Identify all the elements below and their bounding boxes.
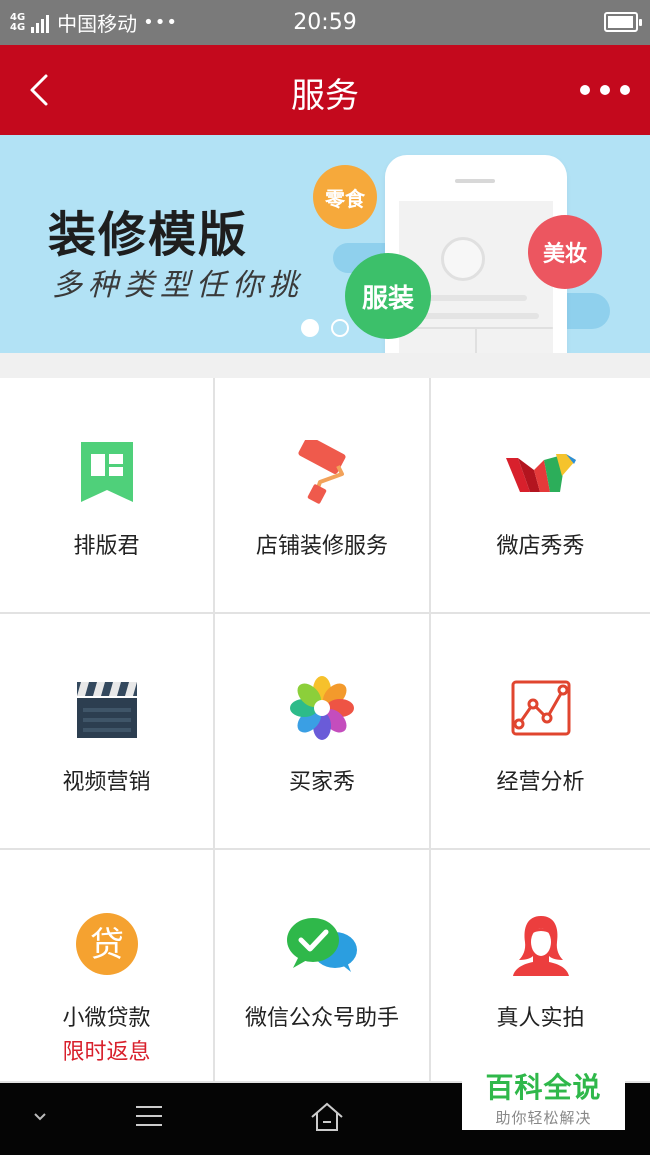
- service-label: 买家秀: [288, 770, 355, 795]
- service-label: 经营分析: [496, 770, 585, 795]
- service-business-analysis[interactable]: 经营分析: [431, 614, 650, 850]
- banner-subtitle: 多种类型任你挑: [52, 268, 304, 303]
- battery-icon: [604, 12, 642, 32]
- paint-roller-icon: [298, 440, 346, 504]
- svg-text:贷: 贷: [90, 925, 124, 965]
- service-label: 店铺装修服务: [255, 534, 388, 559]
- tag-snacks: 零食: [313, 165, 377, 229]
- line-chart-icon: [511, 680, 570, 736]
- more-button[interactable]: [580, 75, 630, 105]
- service-weidian-xiuxiu[interactable]: 微店秀秀: [431, 378, 650, 614]
- service-label: 微信公众号助手: [244, 1006, 399, 1031]
- service-video-marketing[interactable]: 视频营销: [0, 614, 215, 850]
- service-label: 微店秀秀: [496, 534, 585, 559]
- service-buyer-show[interactable]: 买家秀: [215, 614, 431, 850]
- service-label: 小微贷款: [62, 1006, 151, 1031]
- service-store-decoration[interactable]: 店铺装修服务: [215, 378, 431, 614]
- page-title: 服务: [291, 76, 359, 116]
- person-silhouette-icon: [512, 916, 569, 976]
- pinwheel-icon: [290, 676, 354, 740]
- service-micro-loan[interactable]: 贷 小微贷款 限时返息: [0, 850, 215, 1083]
- watermark-logo: 百科全说 助你轻松解决: [462, 1062, 625, 1130]
- loan-coin-icon: 贷: [75, 913, 138, 975]
- promo-banner[interactable]: 装修模版 多种类型任你挑 零食 服装 美妆: [0, 135, 650, 353]
- services-grid: 排版君 店铺装修服务 微店秀秀 视频营销 买家秀 经营分析 贷 小微贷款 限时返…: [0, 378, 650, 1083]
- wechat-bubbles-icon: [287, 918, 357, 972]
- more-dot: [600, 85, 610, 95]
- watermark-subtitle: 助你轻松解决: [495, 1109, 592, 1127]
- service-real-photo[interactable]: 真人实拍: [431, 850, 650, 1083]
- service-label: 排版君: [73, 534, 140, 559]
- app-header: 服务: [0, 45, 650, 135]
- status-bar: 4G 4G 中国移动 ••• 20:59: [0, 0, 650, 45]
- home-icon[interactable]: [310, 1101, 344, 1133]
- watermark-title: 百科全说: [485, 1071, 602, 1104]
- tag-clothing: 服装: [345, 253, 431, 339]
- status-time: 20:59: [293, 10, 357, 35]
- colorful-w-icon: [505, 454, 576, 492]
- more-dot: [620, 85, 630, 95]
- layout-flag-icon: [80, 442, 133, 502]
- menu-icon[interactable]: [134, 1103, 164, 1129]
- more-dot: [580, 85, 590, 95]
- service-label: 视频营销: [62, 770, 151, 795]
- banner-title: 装修模版: [48, 207, 249, 263]
- chevron-down-icon[interactable]: [32, 1111, 48, 1123]
- promo-tag: 限时返息: [62, 1040, 151, 1065]
- service-label: 真人实拍: [496, 1006, 585, 1031]
- service-wechat-assistant[interactable]: 微信公众号助手: [215, 850, 431, 1083]
- carousel-dot-active[interactable]: [301, 319, 319, 337]
- clapperboard-icon: [76, 682, 137, 738]
- service-paibanjun[interactable]: 排版君: [0, 378, 215, 614]
- carousel-dot[interactable]: [331, 319, 349, 337]
- tag-beauty: 美妆: [528, 215, 602, 289]
